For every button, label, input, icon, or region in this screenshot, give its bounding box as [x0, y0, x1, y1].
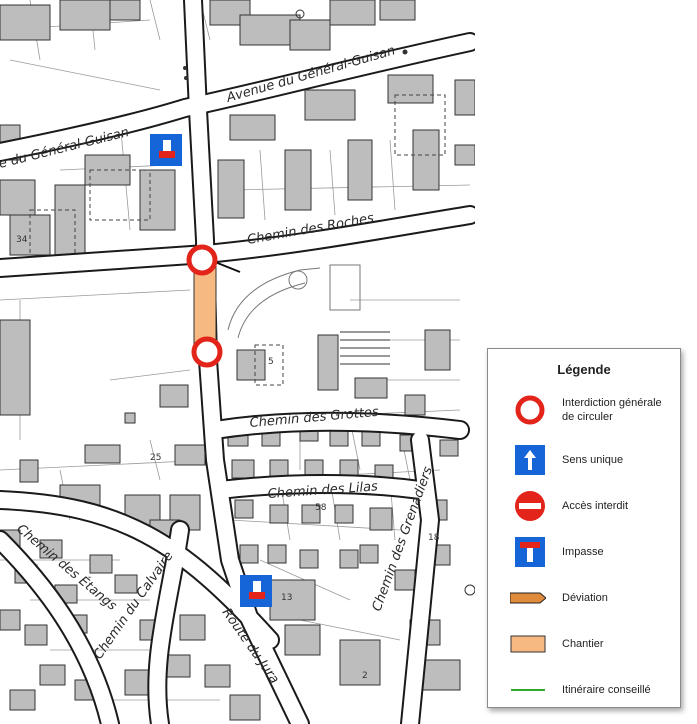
legend-label: Chantier [562, 638, 604, 650]
house-number: 34 [16, 235, 28, 245]
legend-title: Légende [557, 362, 611, 377]
dead-end-sign-icon [150, 134, 182, 166]
legend-label: Accès interdit [562, 500, 629, 512]
legend-item-deviation: Déviation [488, 581, 680, 615]
detour-arrow-icon [510, 592, 546, 604]
legend-item-chantier: Chantier [488, 627, 680, 661]
legend-label: Impasse [562, 546, 604, 558]
legend-label: Déviation [562, 592, 608, 604]
legend-label: Itinéraire conseillé [562, 684, 651, 696]
no-entry-sign-icon [515, 491, 545, 521]
legend-item-impasse: Impasse [488, 535, 680, 569]
city-map: Avenue du Général-Guisan e du Général-Gu… [0, 0, 475, 724]
one-way-sign-icon [515, 445, 545, 475]
house-number: 58 [315, 503, 327, 513]
no-traffic-sign-icon [186, 244, 218, 276]
house-number: 13 [281, 593, 292, 603]
legend-label: Sens unique [562, 454, 624, 466]
legend-item-itineraire: Itinéraire conseillé [488, 673, 680, 707]
legend-item-sens-unique: Sens unique [488, 443, 680, 477]
no-traffic-sign-icon [191, 336, 223, 368]
map-legend: Légende Interdiction générale de circule… [487, 348, 681, 708]
legend-label: Interdiction générale de circuler [562, 397, 662, 423]
house-number: 25 [150, 453, 161, 463]
dead-end-sign-icon [515, 537, 545, 567]
no-traffic-sign-icon [515, 395, 545, 425]
house-number: 18 [428, 533, 440, 543]
recommended-route-icon [511, 689, 545, 691]
legend-item-acces-interdit: Accès interdit [488, 489, 680, 523]
house-number: 5 [268, 357, 274, 367]
legend-item-interdiction: Interdiction générale de circuler [488, 393, 680, 427]
construction-zone-icon [510, 635, 546, 653]
house-number: 2 [362, 671, 368, 681]
dead-end-sign-icon [240, 575, 272, 607]
